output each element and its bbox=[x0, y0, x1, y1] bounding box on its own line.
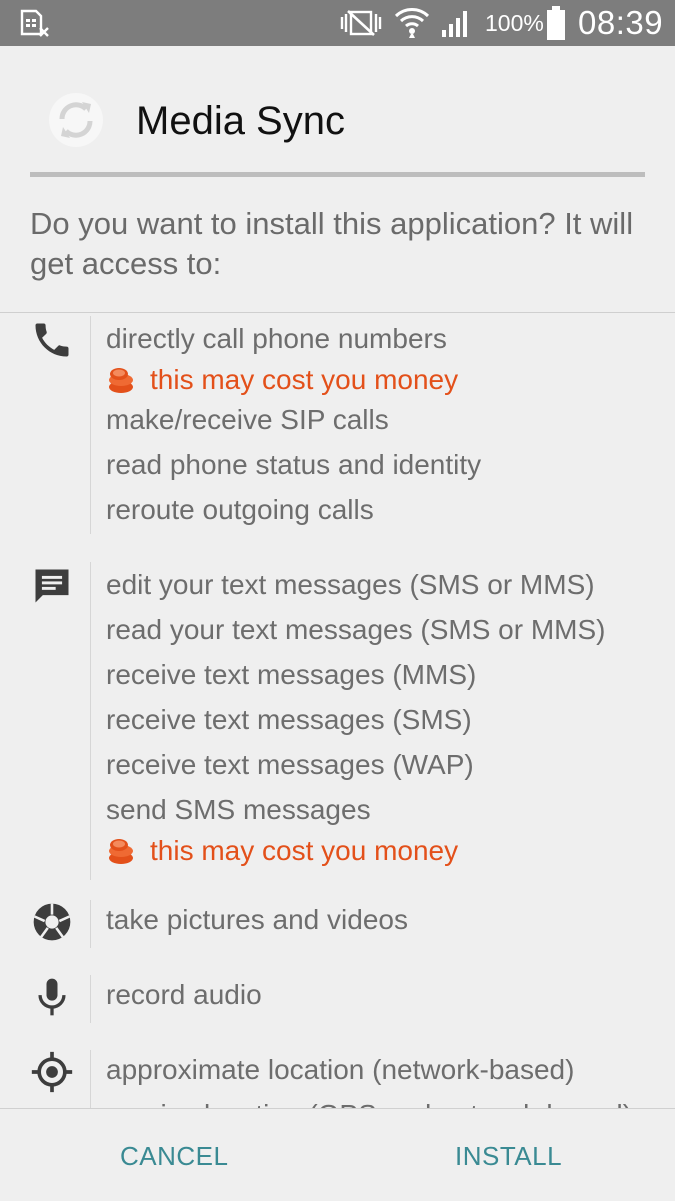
permission-item: take pictures and videos bbox=[106, 904, 408, 935]
phone-icon bbox=[35, 323, 69, 357]
wifi-icon bbox=[394, 8, 430, 38]
list-divider bbox=[0, 312, 675, 313]
signal-icon bbox=[442, 11, 467, 37]
status-bar: 100% 08:39 bbox=[0, 0, 675, 46]
permission-group-microphone: record audio bbox=[0, 973, 675, 1025]
group-separator bbox=[90, 900, 91, 948]
coins-icon bbox=[109, 368, 133, 393]
group-separator bbox=[90, 975, 91, 1023]
sync-icon bbox=[49, 93, 103, 147]
button-bar: CANCEL INSTALL bbox=[0, 1108, 675, 1201]
permission-group-phone: directly call phone numbers this may cos… bbox=[0, 314, 675, 536]
coins-icon bbox=[109, 839, 133, 864]
permission-item: edit your text messages (SMS or MMS) bbox=[106, 569, 595, 600]
permission-item: make/receive SIP calls bbox=[106, 404, 389, 435]
permission-item: receive text messages (SMS) bbox=[106, 704, 472, 735]
cost-warning: this may cost you money bbox=[106, 834, 458, 868]
app-header: Media Sync bbox=[0, 46, 675, 180]
cancel-button[interactable]: CANCEL bbox=[120, 1139, 228, 1173]
message-icon bbox=[35, 569, 69, 603]
microphone-icon bbox=[38, 978, 66, 1016]
group-separator bbox=[90, 316, 91, 534]
permission-item: record audio bbox=[106, 979, 262, 1010]
location-icon bbox=[31, 1051, 73, 1093]
vibrate-mute-icon bbox=[340, 10, 382, 36]
cost-warning-text: this may cost you money bbox=[150, 364, 459, 395]
permission-item: read phone status and identity bbox=[106, 449, 482, 480]
group-separator bbox=[90, 562, 91, 880]
sim-notification-icon bbox=[20, 9, 49, 37]
app-name: Media Sync bbox=[136, 99, 345, 143]
permission-item: reroute outgoing calls bbox=[106, 494, 374, 525]
permission-item: send SMS messages bbox=[106, 794, 371, 825]
camera-aperture-icon bbox=[33, 903, 71, 941]
cost-warning: this may cost you money bbox=[106, 363, 458, 397]
permission-group-camera: take pictures and videos bbox=[0, 898, 675, 950]
permission-group-location: approximate location (network-based) pre… bbox=[0, 1048, 675, 1108]
permission-group-messages: edit your text messages (SMS or MMS) rea… bbox=[0, 560, 675, 882]
clock: 08:39 bbox=[578, 4, 664, 41]
install-button[interactable]: INSTALL bbox=[455, 1139, 562, 1173]
group-separator bbox=[90, 1050, 91, 1108]
battery-icon bbox=[547, 6, 565, 40]
battery-percentage: 100% bbox=[485, 10, 544, 36]
permission-item: receive text messages (WAP) bbox=[106, 749, 474, 780]
header-divider bbox=[30, 172, 645, 177]
cost-warning-text: this may cost you money bbox=[150, 835, 459, 866]
permission-item: directly call phone numbers bbox=[106, 323, 447, 354]
permissions-list[interactable]: directly call phone numbers this may cos… bbox=[0, 314, 675, 1108]
permission-item: precise location (GPS and network-based) bbox=[106, 1098, 632, 1108]
permission-item: receive text messages (MMS) bbox=[106, 659, 477, 690]
permission-item: approximate location (network-based) bbox=[106, 1054, 575, 1085]
install-prompt: Do you want to install this application?… bbox=[30, 206, 634, 281]
permission-item: read your text messages (SMS or MMS) bbox=[106, 614, 606, 645]
